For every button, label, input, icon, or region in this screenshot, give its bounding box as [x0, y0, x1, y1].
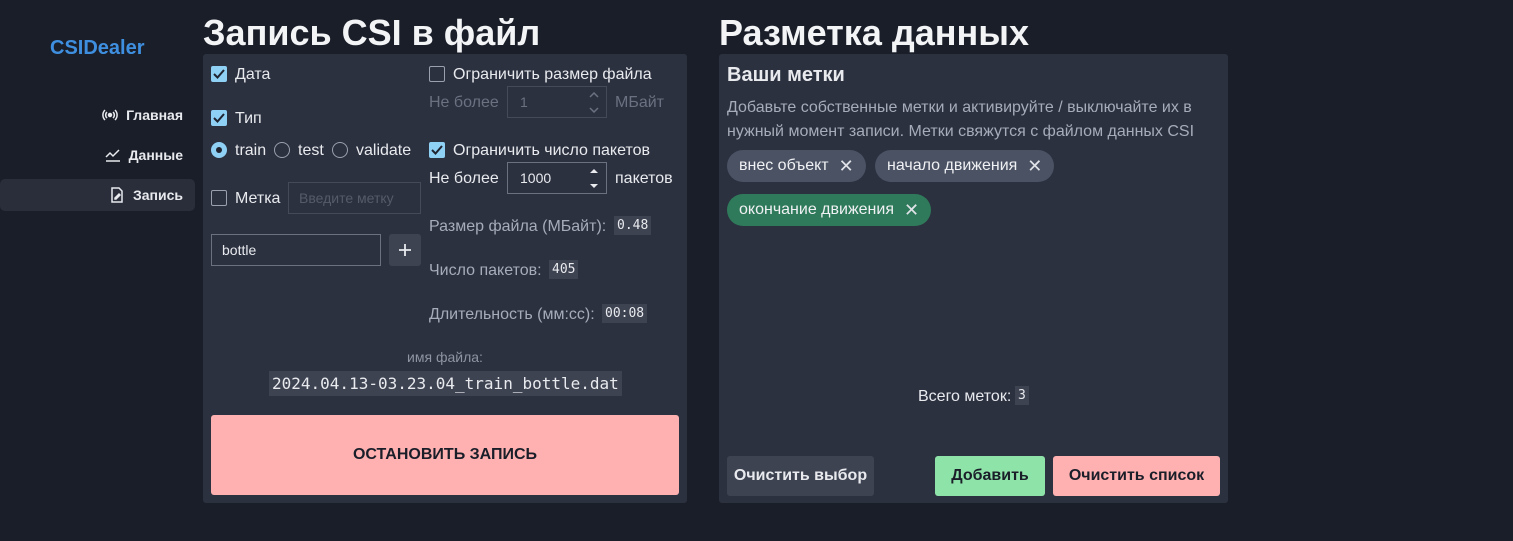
total-tags-value: 3	[1015, 386, 1029, 405]
type-label: Тип	[235, 110, 262, 127]
size-prefix: Не более	[429, 94, 499, 111]
sidebar-item-label: Главная	[126, 107, 183, 123]
packets-stepper[interactable]: 1000	[507, 162, 607, 194]
packets-value: 1000	[520, 170, 552, 186]
tag-placeholder: Введите метку	[299, 190, 394, 206]
add-button[interactable]: Добавить	[935, 456, 1045, 496]
tag-chip-active[interactable]: окончание движения ✕	[727, 194, 932, 226]
date-checkbox[interactable]	[211, 66, 227, 82]
markup-card-title: Ваши метки	[727, 64, 845, 86]
chip-label: начало движения	[887, 157, 1018, 174]
limit-packets-label: Ограничить число пакетов	[453, 142, 651, 159]
tag-chip[interactable]: начало движения ✕	[875, 150, 1055, 182]
radio-train-label: train	[235, 142, 267, 159]
add-tag-button[interactable]	[389, 234, 421, 266]
clear-list-button[interactable]: Очистить список	[1053, 456, 1220, 496]
broadcast-icon	[102, 107, 118, 123]
total-tags-label: Всего меток:	[918, 388, 1012, 405]
filename-caption: имя файла:	[407, 349, 483, 365]
file-size-label: Размер файла (МБайт):	[429, 218, 607, 235]
stop-recording-button[interactable]: ОСТАНОВИТЬ ЗАПИСЬ	[211, 415, 679, 495]
packets-spin[interactable]	[582, 163, 606, 193]
radio-test[interactable]	[274, 142, 290, 158]
markup-description: Добавьте собственные метки и активируйте…	[727, 99, 1195, 140]
radio-train[interactable]	[211, 142, 227, 158]
filename-value: 2024.04.13-03.23.04_train_bottle.dat	[269, 371, 622, 396]
size-stepper[interactable]: 1	[507, 86, 607, 118]
plus-icon	[399, 244, 411, 256]
markup-title: Разметка данных	[719, 12, 1029, 53]
sidebar-item-label: Данные	[128, 147, 183, 163]
tag-checkbox[interactable]	[211, 190, 227, 206]
size-unit: МБайт	[615, 94, 664, 111]
radio-test-label: test	[298, 142, 324, 159]
close-icon[interactable]: ✕	[1027, 156, 1042, 177]
file-size-value: 0.48	[614, 216, 652, 235]
sidebar-item-home[interactable]: Главная	[0, 99, 195, 131]
limit-packets-checkbox[interactable]	[429, 142, 445, 158]
radio-validate[interactable]	[332, 142, 348, 158]
size-value: 1	[520, 94, 528, 110]
type-checkbox[interactable]	[211, 110, 227, 126]
duration-value: 00:08	[602, 304, 648, 323]
limit-size-label: Ограничить размер файла	[453, 66, 652, 83]
chip-label: окончание движения	[739, 201, 894, 218]
date-label: Дата	[235, 66, 271, 83]
tag-value: bottle	[222, 242, 257, 258]
packet-count-value: 405	[549, 260, 579, 279]
limit-size-checkbox[interactable]	[429, 66, 445, 82]
duration-label: Длительность (мм:сс):	[429, 306, 595, 323]
size-spin[interactable]	[582, 87, 606, 117]
close-icon[interactable]: ✕	[904, 200, 919, 221]
app-title[interactable]: CSIDealer	[50, 37, 145, 60]
clear-selection-button[interactable]: Очистить выбор	[727, 456, 874, 496]
chevron-down-icon[interactable]	[582, 178, 606, 193]
file-edit-icon	[109, 187, 125, 203]
chart-icon	[105, 147, 121, 163]
close-icon[interactable]: ✕	[839, 156, 854, 177]
sidebar-item-data[interactable]: Данные	[0, 139, 195, 171]
packets-prefix: Не более	[429, 170, 499, 187]
chevron-down-icon[interactable]	[582, 102, 606, 117]
chip-label: внес объект	[739, 157, 829, 174]
packets-unit: пакетов	[615, 170, 673, 187]
radio-validate-label: validate	[356, 142, 412, 159]
sidebar-item-label: Запись	[132, 187, 183, 203]
tag-input[interactable]: Введите метку	[288, 182, 421, 214]
tag-chip[interactable]: внес объект ✕	[727, 150, 866, 182]
page-title: Запись CSI в файл	[203, 12, 541, 53]
packet-count-label: Число пакетов:	[429, 262, 542, 279]
chevron-up-icon[interactable]	[582, 87, 606, 102]
tag-value-input[interactable]: bottle	[211, 234, 381, 266]
chevron-up-icon[interactable]	[582, 163, 606, 178]
tag-label: Метка	[235, 190, 281, 207]
sidebar-item-record[interactable]: Запись	[0, 179, 195, 211]
